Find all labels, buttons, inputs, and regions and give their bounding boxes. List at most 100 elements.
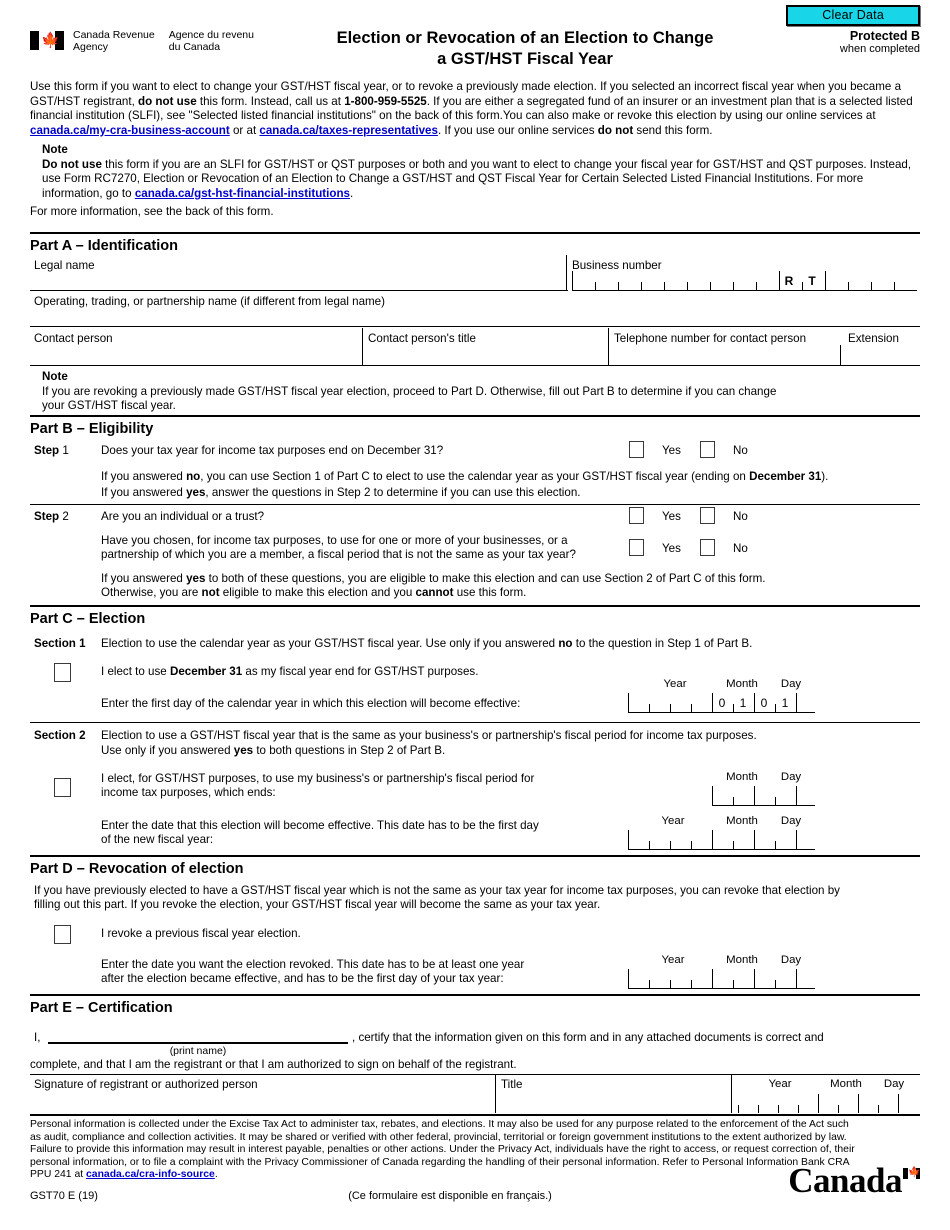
agency-name-english: Canada Revenue Agency — [73, 29, 155, 53]
step-2-bold: Step — [34, 510, 60, 523]
part-a-heading: Part A – Identification — [30, 232, 920, 257]
step1-no-label: No — [733, 444, 748, 457]
note1-bold: Do not use — [42, 157, 102, 171]
parte-month-label: Month — [830, 1078, 862, 1090]
section-2-label: Section 2 — [34, 729, 86, 742]
section2-elect-checkbox[interactable] — [54, 778, 71, 797]
privacy-line-1: Personal information is collected under … — [30, 1119, 849, 1130]
step1-yes-label: Yes — [662, 444, 681, 457]
legal-name-underline — [30, 290, 568, 291]
note-revoking: Note If you are revoking a previously ma… — [30, 370, 920, 414]
s1n-e: ). — [821, 470, 829, 483]
privacy-line-3: Failure to provide this information may … — [30, 1144, 855, 1156]
intro-bold-donot: do not — [597, 123, 634, 137]
step-1-label: Step 1 — [34, 444, 69, 459]
s1d-c: to the question in Step 1 of Part B. — [572, 637, 753, 650]
page-title-line1: Election or Revocation of an Election to… — [336, 29, 714, 47]
section-1-description: Election to use the calendar year as you… — [101, 637, 919, 652]
step1-note-no: If you answered no, you can use Section … — [101, 470, 911, 485]
french-availability-note: (Ce formulaire est disponible en françai… — [348, 1190, 552, 1202]
divider-title-date — [731, 1075, 732, 1113]
section2-eff-month-label: Month — [726, 815, 758, 827]
link-my-cra-business-account[interactable]: canada.ca/my-cra-business-account — [30, 124, 230, 137]
section2-effective-date-field[interactable] — [628, 830, 815, 850]
step2-q2-yes-checkbox[interactable] — [629, 539, 644, 556]
part-d-description-line1: If you have previously elected to have a… — [34, 884, 840, 897]
s1n-d: December 31 — [749, 470, 822, 483]
s1n2-c: , answer the questions in Step 2 to dete… — [205, 486, 581, 499]
agency-en-line1: Canada Revenue — [73, 29, 155, 41]
clear-data-button[interactable]: Clear Data — [786, 5, 920, 26]
step2-q1-yes-checkbox[interactable] — [629, 507, 644, 524]
s2d-a: Use only if you answered — [101, 744, 234, 757]
divider-telephone — [608, 328, 609, 365]
parte-year-label: Year — [768, 1078, 792, 1090]
step2-q1-no-checkbox[interactable] — [700, 507, 715, 524]
step1-yes-checkbox[interactable] — [629, 441, 644, 458]
section-2-description-line2: Use only if you answered yes to both que… — [101, 744, 445, 759]
s1n-c: , you can use Section 1 of Part C to ele… — [200, 470, 750, 483]
page-title-line2: a GST/HST Fiscal Year — [437, 50, 613, 68]
link-taxes-representatives[interactable]: canada.ca/taxes-representatives — [259, 124, 438, 137]
s1d-b: no — [558, 637, 573, 650]
canada-flag-icon: 🍁 — [30, 31, 64, 50]
s1e-a: I elect to use — [101, 665, 170, 678]
s2n2-e: use this form. — [453, 586, 527, 599]
step-1-question: Does your tax year for income tax purpos… — [101, 444, 444, 457]
note2-line2: your GST/HST fiscal year. — [42, 399, 176, 413]
privacy-period: . — [214, 1169, 218, 1181]
revoke-checkbox[interactable] — [54, 925, 71, 944]
divider-contact-title — [362, 328, 363, 365]
revoke-label: I revoke a previous fiscal year election… — [101, 927, 301, 940]
agency-fr-line2: du Canada — [168, 40, 221, 53]
form-id: GST70 E (19) — [30, 1190, 98, 1202]
page-title: Election or Revocation of an Election to… — [270, 28, 780, 70]
s2n-c: to both of these questions, you are elig… — [205, 572, 766, 585]
form-header: 🍁 Canada Revenue Agency Agence du revenu… — [30, 28, 920, 76]
step2-note-eligible: If you answered yes to both of these que… — [101, 572, 911, 587]
intro-phone-number: 1-800-959-5525 — [344, 94, 427, 108]
step1-step2-divider — [30, 504, 920, 505]
canada-wordmark-text: Canada — [788, 1161, 902, 1200]
revocation-date-field[interactable] — [628, 969, 815, 989]
link-gst-hst-financial-institutions[interactable]: canada.ca/gst-hst-financial-institutions — [135, 187, 350, 200]
section1-month-digit-2: 1 — [739, 696, 747, 710]
legal-name-label: Legal name — [34, 259, 95, 272]
s1e-b: December 31 — [169, 665, 243, 678]
intro-text-6: send this form. — [633, 123, 713, 137]
protected-b-badge: Protected B when completed — [840, 30, 920, 56]
parte-day-label: Day — [883, 1078, 905, 1090]
step2-q1-no-label: No — [733, 510, 748, 523]
divider-signature-title — [495, 1075, 496, 1113]
section1-month-label: Month — [726, 678, 758, 690]
contact-person-label: Contact person — [34, 332, 113, 345]
divider-bn — [566, 255, 567, 290]
clear-data-button-container: Clear Data — [786, 5, 920, 26]
step-1-num: 1 — [59, 444, 69, 457]
agency-en-line2: Agency — [73, 40, 109, 53]
section-2-description-line1: Election to use a GST/HST fiscal year th… — [101, 729, 757, 742]
business-number-field[interactable]: R T — [572, 271, 917, 291]
step1-no-checkbox[interactable] — [700, 441, 715, 458]
signature-row-topline — [30, 1074, 920, 1075]
link-cra-info-source[interactable]: canada.ca/cra-info-source — [86, 1169, 215, 1180]
certification-date-field[interactable] — [738, 1094, 915, 1113]
note-label-1: Note — [42, 143, 68, 156]
footer-divider — [30, 1114, 920, 1116]
section2-eff-year-label: Year — [661, 815, 685, 827]
step2-q2-no-checkbox[interactable] — [700, 539, 715, 556]
section1-effective-date-field[interactable]: 0 1 0 1 — [628, 693, 815, 713]
operating-name-underline — [30, 326, 920, 327]
section1-elect-checkbox[interactable] — [54, 663, 71, 682]
s2n-b: yes — [186, 572, 206, 585]
protected-b-label: Protected B — [849, 29, 920, 43]
section-2-date-line1: Enter the date that this election will b… — [101, 819, 539, 832]
privacy-line-4: personal information, or to file a compl… — [30, 1156, 850, 1168]
intro-text-2: this form. Instead, call us at — [196, 94, 345, 108]
section2-end-day-label: Day — [780, 771, 802, 783]
section2-fiscal-period-end-field[interactable] — [712, 786, 815, 806]
intro-bold-donotuse: do not use — [138, 94, 197, 108]
divider-extension — [840, 345, 841, 365]
step2-question-2-line2: partnership of which you are a member, a… — [101, 548, 576, 561]
step-2-label: Step 2 — [34, 510, 69, 525]
